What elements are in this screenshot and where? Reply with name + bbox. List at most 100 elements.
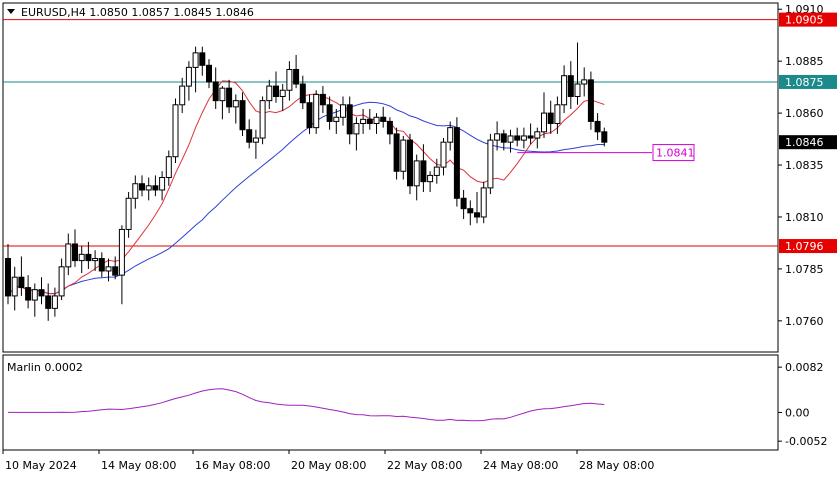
symbol-ohlc-label: EURUSD,H4 1.0850 1.0857 1.0845 1.0846 bbox=[21, 6, 254, 19]
candle-body bbox=[547, 112, 554, 124]
candle-body bbox=[514, 135, 521, 141]
candle-body bbox=[226, 87, 233, 108]
candle-body bbox=[85, 253, 92, 262]
price-tick-label: 1.0785 bbox=[785, 263, 824, 276]
time-tick-label: 20 May 08:00 bbox=[291, 459, 366, 472]
candle-body bbox=[587, 79, 594, 122]
candle-body bbox=[393, 133, 400, 172]
candle-body bbox=[259, 100, 266, 139]
candle-body bbox=[273, 85, 279, 97]
indicator-label: Marlin 0.0002 bbox=[7, 361, 83, 374]
time-tick-label: 16 May 08:00 bbox=[195, 459, 270, 472]
candle-body bbox=[346, 104, 353, 135]
level-price-label: 1.0796 bbox=[785, 240, 824, 253]
candle-body bbox=[219, 87, 226, 102]
time-tick-label: 24 May 08:00 bbox=[483, 459, 558, 472]
candle-body bbox=[145, 185, 152, 191]
candle-body bbox=[18, 276, 25, 289]
candle-body bbox=[500, 133, 507, 143]
candle-body bbox=[192, 52, 199, 68]
candle-body bbox=[105, 266, 112, 272]
candle-body bbox=[279, 89, 286, 97]
candle-body bbox=[373, 116, 380, 124]
candle-body bbox=[427, 174, 434, 183]
indicator-tick-label: 0.0082 bbox=[785, 361, 824, 374]
time-tick-label: 22 May 08:00 bbox=[387, 459, 462, 472]
candle-body bbox=[366, 118, 373, 124]
candle-body bbox=[58, 266, 65, 297]
candle-body bbox=[487, 139, 494, 189]
candle-body bbox=[433, 166, 440, 176]
candle-body bbox=[494, 133, 501, 141]
candle-body bbox=[313, 93, 320, 129]
candle-body bbox=[239, 100, 246, 131]
candle-body bbox=[45, 295, 52, 309]
candle-body bbox=[554, 104, 561, 124]
candle-body bbox=[326, 104, 333, 122]
candle-body bbox=[5, 258, 11, 297]
candle-body bbox=[306, 102, 313, 129]
candle-body bbox=[206, 64, 212, 83]
candle-body bbox=[172, 104, 179, 158]
candle-body bbox=[199, 52, 206, 66]
candle-body bbox=[179, 85, 186, 106]
candle-body bbox=[474, 212, 480, 218]
candle-body bbox=[534, 131, 541, 139]
time-tick-label: 14 May 08:00 bbox=[101, 459, 176, 472]
candle-body bbox=[420, 160, 427, 183]
candle-body bbox=[293, 68, 300, 85]
candle-body bbox=[594, 120, 601, 133]
candle-body bbox=[11, 276, 18, 297]
candle-body bbox=[232, 100, 239, 108]
price-tick-label: 1.0810 bbox=[785, 211, 824, 224]
candle-body bbox=[92, 258, 99, 262]
indicator-frame bbox=[2, 354, 779, 451]
candle-body bbox=[286, 68, 293, 91]
candle-body bbox=[380, 116, 387, 122]
candle-body bbox=[567, 75, 574, 97]
candle-body bbox=[185, 66, 192, 87]
candle-body bbox=[25, 287, 32, 301]
candle-body bbox=[340, 104, 346, 118]
candle-body bbox=[165, 156, 172, 179]
chart-window: 1.0910 1.0885 1.0860 1.0835 1.0810 1.0785 1.07… bbox=[0, 0, 838, 476]
candle-body bbox=[440, 141, 447, 168]
candle-body bbox=[212, 81, 219, 102]
chart-svg: 1.09101.08851.08601.08351.08101.07851.07… bbox=[2, 2, 837, 472]
candle-body bbox=[38, 289, 45, 297]
candle-body bbox=[507, 135, 514, 143]
candle-body bbox=[159, 177, 166, 191]
candle-body bbox=[400, 139, 407, 172]
candle-body bbox=[246, 129, 253, 143]
candle-body bbox=[360, 118, 367, 124]
candle-body bbox=[574, 83, 581, 97]
candle-body bbox=[467, 208, 474, 214]
candle-body bbox=[319, 93, 326, 106]
candle-body bbox=[112, 266, 119, 276]
price-tick-label: 1.0860 bbox=[785, 107, 824, 120]
candle-body bbox=[118, 228, 125, 276]
candle-body bbox=[333, 116, 340, 122]
candle-body bbox=[252, 137, 259, 143]
main-chart-frame bbox=[2, 2, 779, 353]
candle-body bbox=[407, 139, 413, 187]
indicator-tick-label: 0.00 bbox=[785, 406, 810, 419]
candle-body bbox=[78, 253, 85, 262]
candle-body bbox=[413, 160, 420, 187]
current-price-label: 1.0846 bbox=[785, 136, 824, 149]
price-tick-label: 1.0885 bbox=[785, 55, 824, 68]
candle-body bbox=[460, 197, 467, 210]
candle-body bbox=[125, 197, 132, 230]
candle-body bbox=[299, 83, 306, 104]
indicator-tick-label: -0.0052 bbox=[785, 435, 827, 448]
candle-body bbox=[527, 135, 534, 139]
level-price-label: 1.0905 bbox=[785, 14, 824, 27]
candle-body bbox=[581, 79, 588, 85]
candle-body bbox=[453, 127, 460, 199]
candle-body bbox=[353, 122, 360, 135]
candle-body bbox=[480, 187, 487, 218]
candle-body bbox=[65, 243, 72, 268]
price-tick-label: 1.0835 bbox=[785, 159, 824, 172]
time-tick-label: 10 May 2024 bbox=[5, 459, 77, 472]
annotation-label: 1.0841 bbox=[656, 147, 695, 160]
